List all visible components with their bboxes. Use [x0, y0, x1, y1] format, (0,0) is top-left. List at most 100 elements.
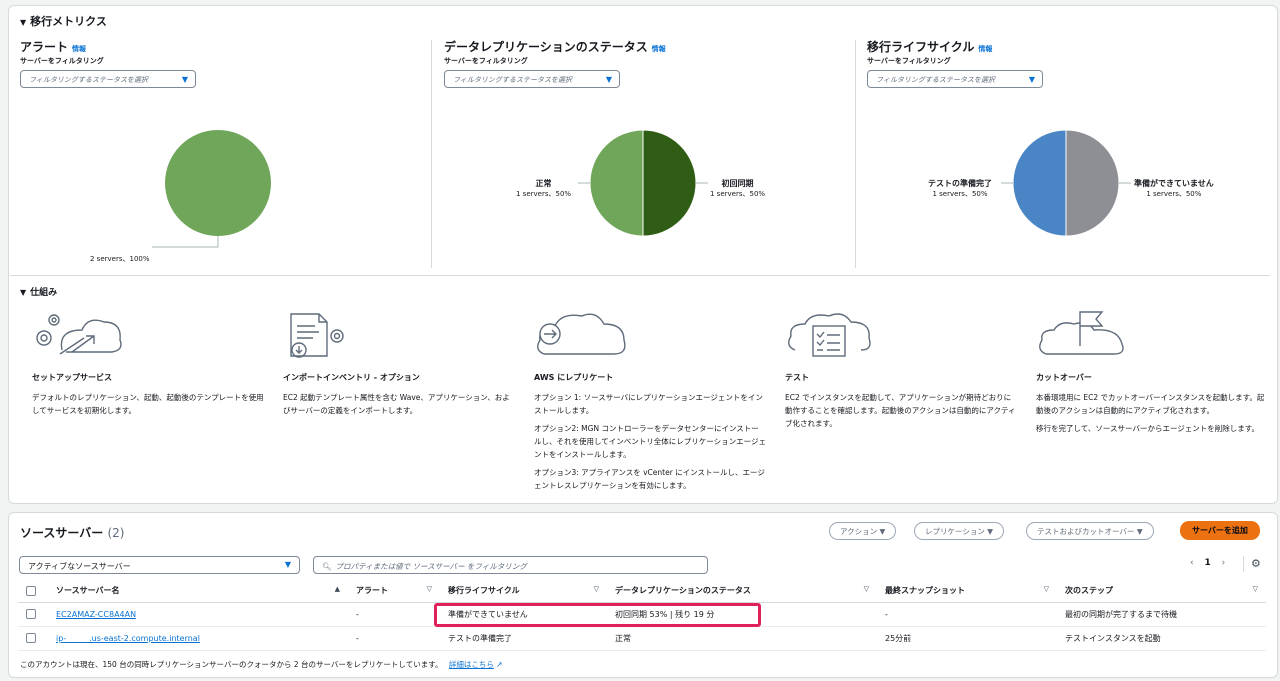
- filter-label: サーバーをフィルタリング: [867, 57, 951, 65]
- footer-text: このアカウントは現在、150 台の同時レプリケーションサーバーのクォータから 2…: [20, 660, 443, 669]
- step-replicate: AWS にレプリケート オプション 1: ソースサーバにレプリケーションエージェ…: [534, 310, 766, 497]
- source-servers-count: (2): [107, 526, 125, 540]
- slice-value: 1 servers、50%: [932, 190, 988, 198]
- lifecycle-slice-label-ready: テストの準備完了 1 servers、50%: [928, 178, 992, 199]
- column-header-name[interactable]: ソースサーバー名 ▲: [48, 580, 348, 603]
- search-placeholder: プロパティまたは値で ソースサーバー をフィルタリング: [335, 562, 527, 571]
- slice-label: テストの準備完了: [928, 179, 992, 188]
- cutover-flag-cloud-icon: [1039, 311, 1124, 355]
- replication-button[interactable]: レプリケーション ▼: [914, 522, 1005, 540]
- metrics-section-header[interactable]: ▼ 移行メトリクス: [20, 13, 107, 29]
- source-servers-header: ソースサーバー (2): [20, 524, 124, 541]
- status-filter-dropdown[interactable]: フィルタリングするステータスを選択 ▼: [20, 70, 196, 88]
- snapshot-cell: 25分前: [877, 626, 1057, 651]
- server-name-link[interactable]: ip- .us-east-2.compute.internal: [56, 634, 200, 643]
- column-header-snapshot[interactable]: 最終スナップショット ▽: [877, 580, 1057, 603]
- column-header-replication[interactable]: データレプリケーションのステータス ▽: [607, 580, 877, 603]
- source-servers-title: ソースサーバー: [20, 526, 104, 540]
- dropdown-placeholder: フィルタリングするステータスを選択: [453, 76, 572, 84]
- step-test: テスト EC2 でインスタンスを起動して、アプリケーションが期待どおりに動作する…: [785, 310, 1017, 435]
- slice-label: 初回同期: [721, 179, 754, 188]
- snapshot-cell: -: [877, 602, 1057, 627]
- replication-slice-label-normal: 正常 1 servers、50%: [516, 178, 571, 199]
- table-header-row: ソースサーバー名 ▲ アラート ▽ 移行ライフサイクル ▽ データレプリケーションのス…: [18, 580, 1266, 603]
- divider: [855, 40, 856, 268]
- info-link[interactable]: 情報: [978, 45, 992, 53]
- sort-asc-icon: ▲: [334, 585, 340, 594]
- slice-label: 準備ができていません: [1134, 179, 1214, 188]
- step-title: インポートインベントリ - オプション: [283, 373, 420, 382]
- sort-icon: ▽: [1252, 585, 1258, 594]
- step-desc: 本番環境用に EC2 でカットオーバーインスタンスを起動します。起動後のアクショ…: [1036, 393, 1265, 433]
- setup-gears-cloud-icon: [36, 314, 122, 355]
- slice-value: 1 servers、50%: [516, 190, 572, 198]
- step-title: カットオーバー: [1036, 373, 1092, 382]
- dropdown-placeholder: フィルタリングするステータスを選択: [29, 76, 148, 84]
- search-icon: 🔍︎: [322, 562, 332, 571]
- step-desc: EC2 起動テンプレート属性を含む Wave、アプリケーション、およびサーバーの…: [283, 393, 510, 415]
- server-name-link[interactable]: EC2AMAZ-CC8A4AN: [56, 610, 136, 619]
- alert-cell: -: [348, 602, 440, 627]
- add-server-button[interactable]: サーバーを追加: [1180, 521, 1260, 540]
- page-number[interactable]: 1: [1204, 558, 1210, 568]
- step-desc: EC2 でインスタンスを起動して、アプリケーションが期待どおりに動作することを確…: [785, 393, 1016, 428]
- alerts-panel: アラート 情報 サーバーをフィルタリング フィルタリングするステータスを選択 ▼: [20, 38, 430, 268]
- select-all-header: [18, 580, 48, 603]
- caret-down-icon: ▼: [20, 18, 27, 27]
- how-section-header[interactable]: ▼ 仕組み: [20, 285, 57, 298]
- status-filter-dropdown[interactable]: フィルタリングするステータスを選択 ▼: [867, 70, 1043, 88]
- status-filter-dropdown[interactable]: フィルタリングするステータスを選択 ▼: [444, 70, 620, 88]
- row-checkbox[interactable]: [26, 633, 36, 643]
- panel-title: アラート: [20, 40, 69, 54]
- info-link[interactable]: 情報: [652, 45, 666, 53]
- actions-button[interactable]: アクション ▼: [829, 522, 897, 540]
- step-setup: セットアップサービス デフォルトのレプリケーション、起動、起動後のテンプレートを…: [32, 310, 264, 422]
- info-link[interactable]: 情報: [72, 45, 86, 53]
- slice-value: 1 servers、50%: [1146, 190, 1202, 198]
- step-desc: デフォルトのレプリケーション、起動、起動後のテンプレートを使用してサービスを初期…: [32, 393, 264, 415]
- test-checklist-cloud-icon: [788, 313, 871, 357]
- caret-down-icon: ▼: [20, 288, 27, 297]
- dropdown-placeholder: フィルタリングするステータスを選択: [876, 76, 995, 84]
- highlight-box: [434, 603, 761, 627]
- dropdown-arrow-icon: ▼: [181, 75, 188, 84]
- external-link-icon: ↗: [496, 660, 503, 669]
- panel-title: データレプリケーションのステータス: [444, 40, 648, 54]
- replication-slice-label-initial: 初回同期 1 servers、50%: [710, 178, 765, 199]
- dropdown-arrow-icon: ▼: [605, 75, 612, 84]
- how-title: 仕組み: [30, 288, 58, 298]
- select-all-checkbox[interactable]: [26, 585, 36, 596]
- row-checkbox[interactable]: [26, 609, 36, 619]
- panel-title: 移行ライフサイクル: [867, 40, 975, 54]
- step-title: AWS にレプリケート: [534, 373, 614, 382]
- next-page-icon[interactable]: ›: [1222, 558, 1226, 568]
- dropdown-arrow-icon: ▼: [284, 560, 291, 569]
- search-input[interactable]: 🔍︎ プロパティまたは値で ソースサーバー をフィルタリング: [313, 556, 708, 574]
- select-value: アクティブなソースサーバー: [28, 562, 131, 571]
- sort-icon: ▽: [426, 585, 432, 594]
- filter-label: サーバーをフィルタリング: [20, 57, 104, 65]
- divider: [1243, 556, 1244, 572]
- settings-gear-icon[interactable]: ⚙: [1251, 557, 1261, 570]
- replication-cell: 正常: [607, 626, 877, 651]
- step-title: セットアップサービス: [32, 373, 112, 382]
- replication-panel: データレプリケーションのステータス 情報 サーバーをフィルタリング フィルタリング…: [444, 38, 854, 268]
- step-desc: オプション 1: ソースサーバにレプリケーションエージェントをインストールします…: [534, 393, 766, 490]
- divider: [10, 275, 1270, 276]
- column-header-lifecycle[interactable]: 移行ライフサイクル ▽: [440, 580, 607, 603]
- column-header-next-step[interactable]: 次のステップ ▽: [1057, 580, 1266, 603]
- alert-cell: -: [348, 626, 440, 651]
- sort-icon: ▽: [593, 585, 599, 594]
- test-cutover-button[interactable]: テストおよびカットオーバー ▼: [1026, 522, 1154, 540]
- pagination: ‹ 1 ›: [1190, 558, 1225, 568]
- lifecycle-slice-label-notready: 準備ができていません 1 servers、50%: [1134, 178, 1214, 199]
- alerts-slice-value: 2 servers、100%: [90, 255, 150, 263]
- source-server-filter-select[interactable]: アクティブなソースサーバー ▼: [19, 556, 300, 574]
- prev-page-icon[interactable]: ‹: [1190, 558, 1194, 568]
- learn-more-link[interactable]: 詳細はこちら: [449, 660, 494, 669]
- column-header-alert[interactable]: アラート ▽: [348, 580, 440, 603]
- next-step-cell: テストインスタンスを起動: [1057, 626, 1266, 651]
- step-title: テスト: [785, 373, 809, 382]
- sort-icon: ▽: [863, 585, 869, 594]
- lifecycle-cell: テストの準備完了: [440, 626, 607, 651]
